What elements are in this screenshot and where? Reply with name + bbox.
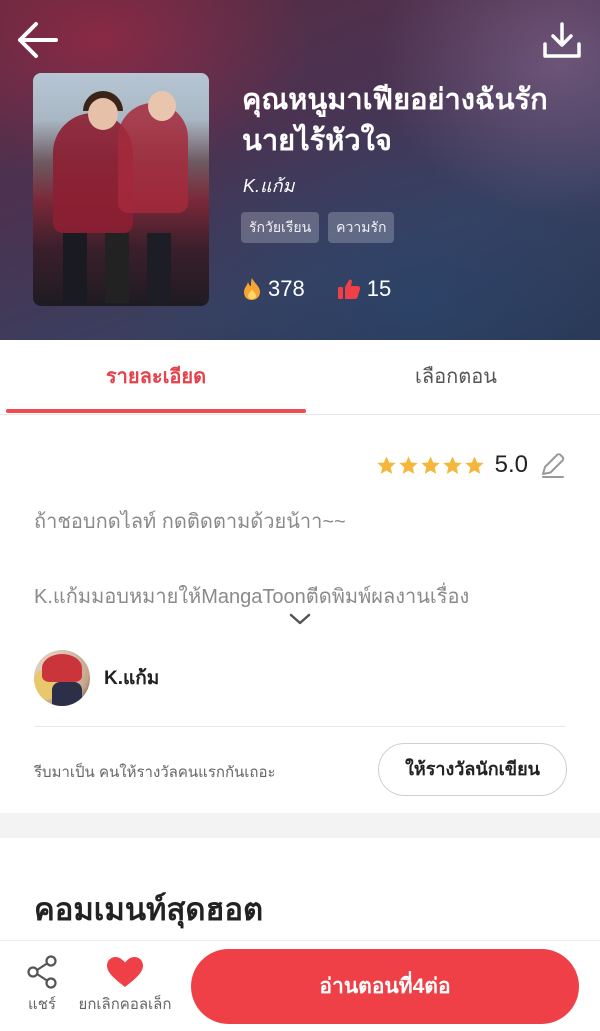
- description-line-2: K.แก้มมอบหมายให้MangaToonตีดพิมพ์ผลงานเร…: [34, 586, 470, 608]
- rating-value: 5.0: [494, 451, 528, 478]
- download-button[interactable]: [540, 20, 584, 60]
- heart-icon: [107, 957, 143, 987]
- book-cover[interactable]: [33, 73, 209, 306]
- tab-details[interactable]: รายละเอียด: [6, 340, 306, 415]
- arrow-left-icon: [18, 22, 58, 58]
- section-separator: [0, 813, 600, 838]
- active-tab-indicator: [6, 409, 306, 413]
- download-icon: [543, 22, 581, 58]
- book-header: คุณหนูมาเฟียอย่างฉันรักนายไร้หัวใจ K.แก้…: [0, 0, 600, 340]
- description-line-1: ถ้าชอบกดไลท์ กดติดตามด้วยน้าา~~: [34, 511, 346, 533]
- author-name: K.แก้ม: [104, 668, 160, 689]
- book-stats: 378 15: [242, 276, 391, 302]
- tag-school-romance[interactable]: รักวัยเรียน: [241, 212, 320, 243]
- tab-bar: รายละเอียด เลือกตอน: [0, 340, 600, 415]
- chevron-down-icon[interactable]: [287, 609, 313, 629]
- views-count: 378: [268, 276, 305, 301]
- hot-comments-heading: คอมเมนท์สุดฮอต: [34, 892, 264, 927]
- reward-prompt: รีบมาเป็น คนให้รางวัลคนแรกกันเถอะ: [34, 764, 276, 781]
- tag-list: รักวัยเรียน ความรัก: [241, 212, 395, 243]
- share-icon: [27, 955, 57, 989]
- book-author[interactable]: K.แก้ม: [243, 171, 294, 200]
- divider: [34, 726, 566, 727]
- fire-icon: [244, 278, 260, 300]
- star-icon: [442, 455, 462, 474]
- book-title: คุณหนูมาเฟียอย่างฉันรักนายไร้หัวใจ: [242, 84, 548, 157]
- reward-author-button[interactable]: ให้รางวัลนักเขียน: [378, 743, 567, 796]
- star-icon: [464, 455, 484, 474]
- thumbs-up-icon: [337, 279, 360, 299]
- star-icon: [376, 455, 396, 474]
- likes-stat: 15: [337, 276, 391, 302]
- star-icon: [420, 455, 440, 474]
- star-rating: [376, 455, 485, 476]
- back-button[interactable]: [16, 20, 60, 60]
- views-stat: 378: [242, 276, 305, 302]
- tab-episodes[interactable]: เลือกตอน: [306, 340, 600, 415]
- avatar: [34, 650, 90, 706]
- rating-row: 5.0: [376, 450, 568, 480]
- likes-count: 15: [366, 276, 392, 301]
- unfavorite-label: ยกเลิกคอลเล็ก: [78, 996, 172, 1013]
- edit-pencil-icon[interactable]: [538, 450, 568, 480]
- continue-reading-button[interactable]: อ่านตอนที่4ต่อ: [191, 949, 579, 1024]
- share-label: แชร์: [28, 996, 56, 1013]
- star-icon: [398, 455, 418, 474]
- author-profile[interactable]: K.แก้ม: [34, 650, 159, 706]
- tag-romance[interactable]: ความรัก: [328, 212, 395, 243]
